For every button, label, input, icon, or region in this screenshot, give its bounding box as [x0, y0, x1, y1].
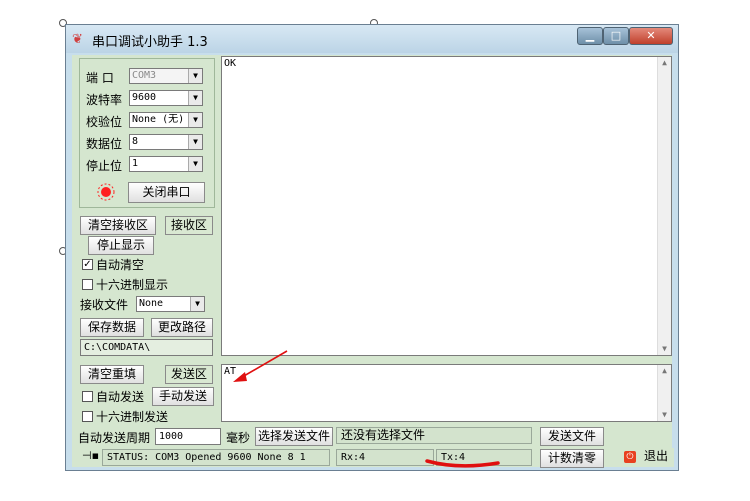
clear-receive-button[interactable]: 清空接收区 [80, 216, 156, 235]
manual-send-button[interactable]: 手动发送 [152, 387, 214, 406]
receive-file-label: 接收文件 [80, 298, 129, 312]
close-button[interactable]: ✕ [629, 27, 673, 45]
exit-icon: ⏻ [623, 450, 636, 463]
scroll-down-icon[interactable]: ▼ [658, 343, 671, 355]
auto-clear-label: 自动清空 [96, 258, 145, 272]
port-label: 端 口 [86, 71, 114, 85]
port-status-indicator-icon [97, 183, 115, 201]
send-area-button[interactable]: 发送区 [165, 365, 213, 384]
save-data-button[interactable]: 保存数据 [80, 318, 144, 337]
baud-select[interactable]: 9600 ▼ [129, 90, 203, 106]
stop-display-button[interactable]: 停止显示 [88, 236, 154, 255]
scroll-down-icon[interactable]: ▼ [658, 409, 671, 421]
databits-label: 数据位 [86, 137, 123, 151]
scroll-up-icon[interactable]: ▲ [658, 365, 671, 377]
app-icon: ❦ [72, 32, 83, 47]
pin-icon: ⊣▪ [82, 449, 100, 462]
exit-button[interactable]: ⏻ 退出 [618, 448, 674, 467]
maximize-button[interactable]: □ [603, 27, 629, 45]
file-status-field: 还没有选择文件 [336, 427, 532, 444]
app-window: ❦ 串口调试小助手 1.3 ▁ □ ✕ 端 口 COM3 ▼ 波特率 9600 ▼ … [65, 24, 679, 471]
hex-display-checkbox[interactable] [82, 279, 93, 290]
send-period-label: 自动发送周期 [78, 431, 151, 445]
exit-label: 退出 [643, 449, 668, 463]
chevron-down-icon[interactable]: ▼ [188, 113, 202, 127]
chevron-down-icon[interactable]: ▼ [188, 69, 202, 83]
change-path-button[interactable]: 更改路径 [151, 318, 213, 337]
send-scrollbar[interactable]: ▲ ▼ [657, 365, 671, 421]
client-area: 端 口 COM3 ▼ 波特率 9600 ▼ 校验位 None (无) ▼ 数据位 8 ▼… [72, 55, 674, 468]
parity-select[interactable]: None (无) ▼ [129, 112, 203, 128]
send-period-input[interactable]: 1000 [155, 428, 221, 445]
chevron-down-icon[interactable]: ▼ [190, 297, 204, 311]
hex-send-checkbox[interactable] [82, 411, 93, 422]
receive-content: OK [224, 58, 237, 69]
minimize-button[interactable]: ▁ [577, 27, 603, 45]
rx-counter: Rx:4 [336, 449, 434, 466]
select-send-file-button[interactable]: 选择发送文件 [255, 427, 333, 446]
receive-text-area[interactable]: OK ▲ ▼ [221, 56, 672, 356]
reset-count-button[interactable]: 计数清零 [540, 449, 604, 468]
stopbits-select[interactable]: 1 ▼ [129, 156, 203, 172]
chevron-down-icon[interactable]: ▼ [188, 157, 202, 171]
auto-send-label: 自动发送 [96, 390, 145, 404]
hex-send-label: 十六进制发送 [96, 410, 169, 424]
port-select[interactable]: COM3 ▼ [129, 68, 203, 84]
close-port-button[interactable]: 关闭串口 [128, 182, 205, 203]
send-file-button[interactable]: 发送文件 [540, 427, 604, 446]
status-field: STATUS: COM3 Opened 9600 None 8 1 [102, 449, 330, 466]
window-title: 串口调试小助手 1.3 [92, 35, 208, 50]
baud-label: 波特率 [86, 93, 123, 107]
auto-send-checkbox[interactable] [82, 391, 93, 402]
save-path-field[interactable]: C:\COMDATA\ [80, 339, 213, 356]
databits-select[interactable]: 8 ▼ [129, 134, 203, 150]
title-bar: ❦ 串口调试小助手 1.3 ▁ □ ✕ [66, 25, 678, 53]
parity-label: 校验位 [86, 115, 123, 129]
scroll-up-icon[interactable]: ▲ [658, 57, 671, 69]
annotation-underline [425, 459, 500, 468]
chevron-down-icon[interactable]: ▼ [188, 135, 202, 149]
stopbits-label: 停止位 [86, 159, 123, 173]
clear-send-button[interactable]: 清空重填 [80, 365, 144, 384]
chevron-down-icon[interactable]: ▼ [188, 91, 202, 105]
annotation-arrow [233, 350, 288, 382]
receive-file-select[interactable]: None ▼ [136, 296, 205, 312]
ms-label: 毫秒 [226, 431, 251, 445]
hex-display-label: 十六进制显示 [96, 278, 169, 292]
auto-clear-checkbox[interactable]: ✓ [82, 259, 93, 270]
receive-area-button[interactable]: 接收区 [165, 216, 213, 235]
receive-scrollbar[interactable]: ▲ ▼ [657, 57, 671, 355]
